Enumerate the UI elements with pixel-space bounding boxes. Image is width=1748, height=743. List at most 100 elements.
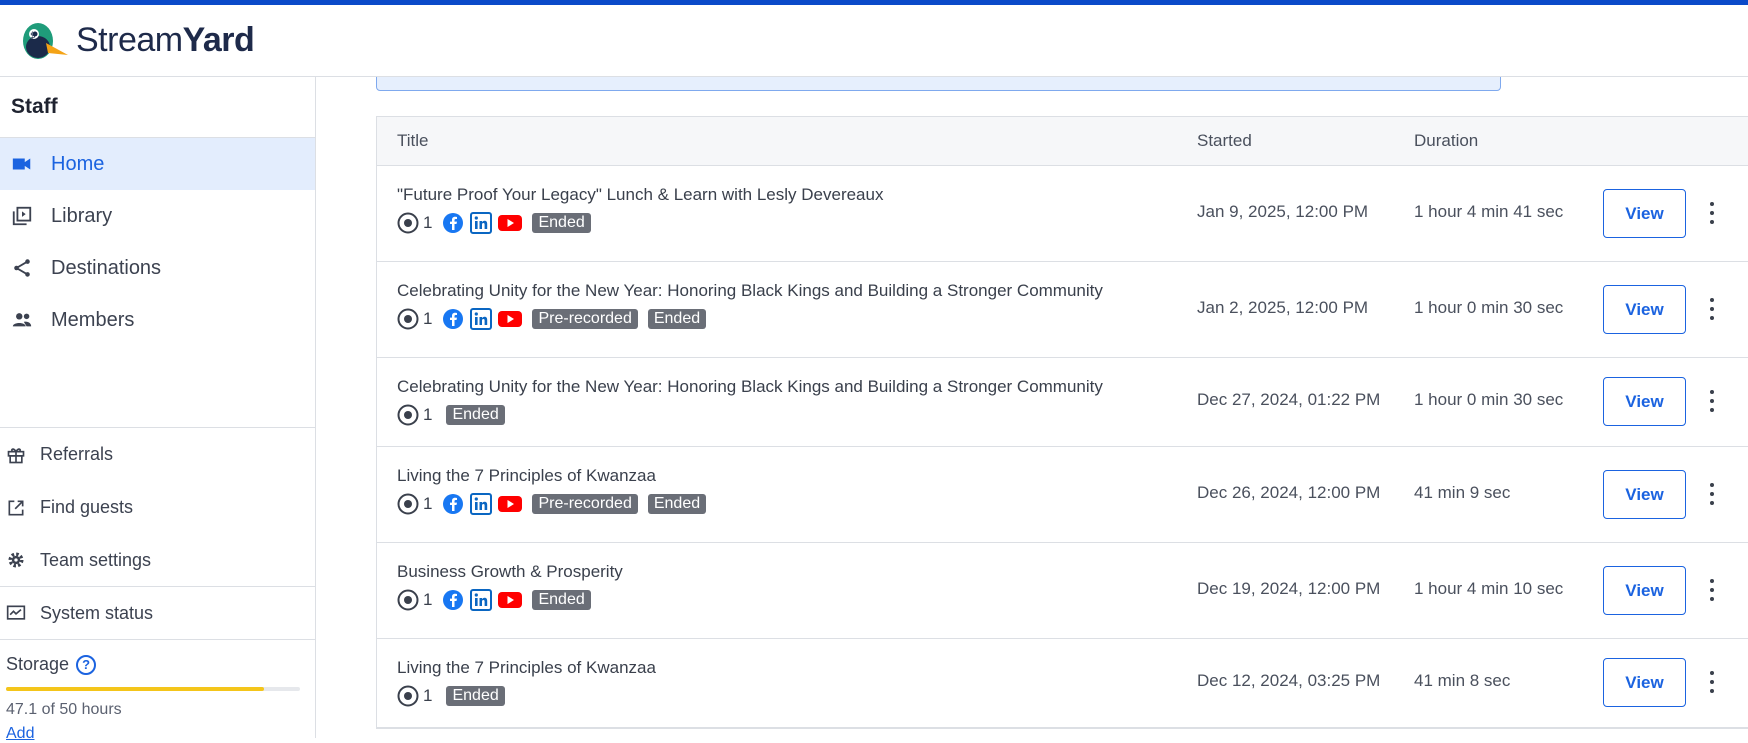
broadcast-title: Living the 7 Principles of Kwanzaa [397,658,656,677]
storage-progress-fill [6,687,265,691]
sidebar-item-label: Home [51,152,105,175]
duck-logo-icon: $ [23,22,68,59]
status-badge: Ended [647,309,707,329]
broadcast-meta: 1 Pre-recorded Ended [397,493,707,515]
view-button[interactable]: View [1603,470,1686,519]
broadcast-meta: 1 Ended [397,589,591,611]
started-date: Dec 27, 2024, 01:22 PM [1197,390,1381,409]
sidebar-item-team-settings[interactable]: Team settings [0,534,315,587]
table-row[interactable]: Celebrating Unity for the New Year: Hono… [377,262,1748,358]
view-button[interactable]: View [1603,189,1686,238]
sidebar-item-members[interactable]: Members [0,294,315,346]
duration: 1 hour 4 min 41 sec [1414,202,1564,221]
facebook-icon [443,590,464,610]
linkedin-icon [470,493,493,515]
view-button[interactable]: View [1603,285,1686,334]
linkedin-icon [470,212,493,234]
duration: 1 hour 0 min 30 sec [1414,390,1564,409]
sidebar-item-label: Members [51,308,135,331]
view-button[interactable]: View [1603,377,1686,426]
recording-count-value: 1 [423,213,433,232]
sidebar-item-label: Find guests [40,497,134,517]
more-options-icon[interactable] [1707,671,1717,693]
table-row[interactable]: Business Growth & Prosperity 1 Ended Dec 19… [377,543,1748,639]
share-icon [14,259,30,277]
top-bar: $ StreamYard [0,5,1748,77]
storage-label: Storage [6,654,70,674]
more-options-icon[interactable] [1707,202,1717,224]
linkedin-icon [470,589,493,611]
broadcast-meta: 1 Pre-recorded Ended [397,308,707,330]
record-icon [397,404,419,426]
started-date: Jan 9, 2025, 12:00 PM [1197,202,1369,221]
sidebar-item-find-guests[interactable]: Find guests [0,481,315,534]
sidebar-item-destinations[interactable]: Destinations [0,242,315,294]
view-button[interactable]: View [1603,658,1686,707]
recording-count: 1 [397,589,432,611]
gear-icon [8,552,24,568]
sidebar-item-label: Team settings [40,549,152,570]
broadcast-meta: 1 Ended [397,404,505,426]
record-icon [397,308,419,330]
view-button[interactable]: View [1603,566,1686,615]
started-date: Dec 12, 2024, 03:25 PM [1197,671,1381,690]
library-icon [12,206,32,226]
broadcast-title: Celebrating Unity for the New Year: Hono… [397,377,1103,396]
table-row[interactable]: Living the 7 Principles of Kwanzaa 1 Ended… [377,639,1748,728]
youtube-icon [498,311,523,327]
streamyard-logo[interactable]: $ StreamYard [18,19,255,63]
duration: 41 min 8 sec [1414,671,1511,690]
more-options-icon[interactable] [1707,298,1717,320]
header-duration: Duration [1414,131,1479,150]
gift-icon [7,447,25,463]
table-row[interactable]: "Future Proof Your Legacy" Lunch & Learn… [377,166,1748,262]
broadcast-title: Celebrating Unity for the New Year: Hono… [397,281,1103,300]
header-started: Started [1197,131,1252,150]
help-icon[interactable]: ? [76,654,97,675]
sidebar-item-referrals[interactable]: Referrals [0,428,315,481]
status-badge: Pre-recorded [532,309,638,329]
info-banner [376,77,1501,91]
more-options-icon[interactable] [1707,390,1717,412]
recording-count: 1 [397,308,432,330]
broadcast-title: "Future Proof Your Legacy" Lunch & Learn… [397,185,884,204]
status-badge: Ended [446,686,505,706]
facebook-icon [443,309,464,329]
broadcast-meta: 1 Ended [397,212,591,234]
recording-count-value: 1 [423,686,433,705]
broadcast-title: Living the 7 Principles of Kwanzaa [397,466,656,485]
recording-count: 1 [397,404,432,426]
status-badge: Ended [647,494,707,514]
more-options-icon[interactable] [1707,483,1717,505]
recording-count-value: 1 [423,405,433,424]
sidebar-item-label: Library [51,204,113,227]
table-body: "Future Proof Your Legacy" Lunch & Learn… [377,166,1748,728]
recording-count: 1 [397,212,432,234]
youtube-icon [498,496,523,512]
storage-progress-bar [6,687,300,691]
table-row[interactable]: Living the 7 Principles of Kwanzaa 1 Pre-r… [377,447,1748,543]
record-icon [397,212,419,234]
record-icon [397,685,419,707]
recording-count: 1 [397,685,432,707]
external-link-icon [8,500,24,515]
youtube-icon [498,592,523,608]
sidebar-item-system-status[interactable]: System status [0,587,315,640]
more-options-icon[interactable] [1707,579,1717,601]
recording-count-value: 1 [423,309,433,328]
sidebar-item-library[interactable]: Library [0,190,315,242]
members-icon [12,313,32,327]
broadcasts-table: Title Started Duration "Future Proof You… [376,116,1748,729]
recording-count-value: 1 [423,590,433,609]
sidebar-item-label: Destinations [51,256,162,279]
facebook-icon [443,213,464,233]
video-camera-icon [12,158,31,170]
table-row[interactable]: Celebrating Unity for the New Year: Hono… [377,358,1748,447]
sidebar-item-label: Referrals [40,444,114,464]
sidebar-item-home[interactable]: Home [0,138,315,190]
add-storage-link[interactable]: Add [6,725,315,743]
table-header: Title Started Duration [377,117,1748,166]
duration: 41 min 9 sec [1414,483,1511,502]
status-badge: Ended [446,405,505,425]
recording-count: 1 [397,493,432,515]
